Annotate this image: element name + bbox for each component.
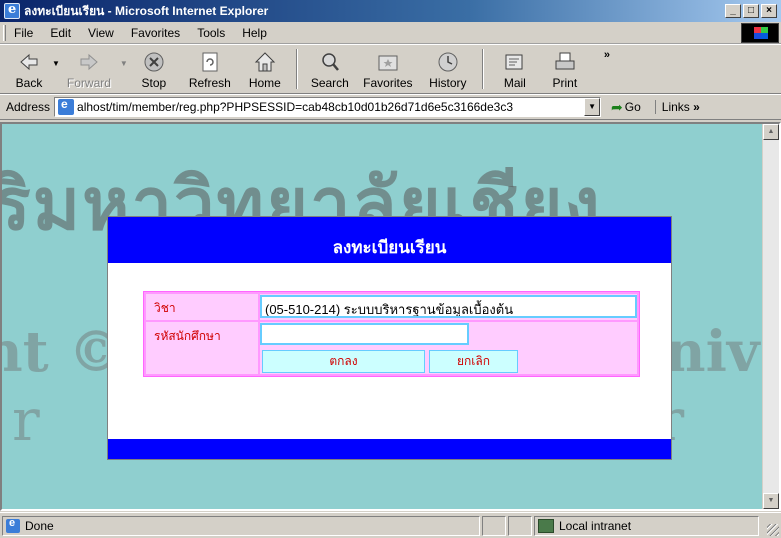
buttons-cell: ตกลง ยกเลิก: [260, 348, 637, 374]
window-controls: _ □ ×: [725, 4, 777, 18]
form-row-subject: วิชา (05-510-214) ระบบบริหารฐานข้อมูลเบื…: [146, 294, 637, 320]
forward-button[interactable]: Forward: [60, 47, 118, 91]
toolbar-grip[interactable]: [3, 25, 6, 41]
favorites-icon: [378, 55, 398, 71]
close-button[interactable]: ×: [761, 4, 777, 18]
back-arrow-icon: [20, 53, 38, 71]
done-page-icon: [6, 517, 20, 533]
mail-icon: [505, 54, 523, 70]
scroll-up-icon[interactable]: ▲: [763, 124, 779, 140]
windows-logo-icon: [741, 23, 779, 43]
address-url[interactable]: alhost/tim/member/reg.php?PHPSESSID=cab4…: [77, 100, 584, 114]
refresh-button[interactable]: Refresh: [180, 47, 240, 91]
student-id-label: รหัสนักศึกษา: [146, 322, 258, 348]
menu-favorites[interactable]: Favorites: [131, 26, 180, 40]
forward-label: Forward: [66, 76, 111, 90]
panel-footer-bar: [108, 439, 671, 459]
subject-select[interactable]: (05-510-214) ระบบบริหารฐานข้อมูลเบื้องต้…: [260, 295, 637, 318]
search-label: Search: [310, 76, 349, 90]
menu-bar: File Edit View Favorites Tools Help: [0, 22, 781, 44]
menu-help[interactable]: Help: [242, 26, 267, 40]
status-main: Done: [2, 515, 480, 536]
form-row-buttons: ตกลง ยกเลิก: [146, 348, 637, 374]
mail-button[interactable]: Mail: [490, 47, 540, 91]
refresh-icon: [202, 52, 218, 72]
status-cell-1: [482, 515, 506, 536]
registration-form: วิชา (05-510-214) ระบบบริหารฐานข้อมูลเบื…: [143, 291, 640, 377]
history-button[interactable]: History: [420, 47, 476, 91]
links-label: Links: [661, 100, 690, 114]
address-dropdown-icon[interactable]: ▼: [584, 98, 601, 116]
toolbar-separator: [295, 49, 298, 89]
resize-grip[interactable]: [767, 524, 779, 536]
scroll-down-icon[interactable]: ▼: [763, 493, 779, 509]
standard-toolbar: Back ▼ Forward ▼ Stop Refresh Home Searc…: [0, 44, 781, 94]
home-icon: [254, 52, 276, 72]
page-icon: [58, 97, 75, 115]
favorites-label: Favorites: [363, 76, 413, 90]
go-arrow-icon: ➦: [611, 98, 623, 115]
ok-button[interactable]: ตกลง: [262, 350, 425, 373]
page-content: ริมหาวิทยาลัยเชียง ht © by Chiang Mai Un…: [0, 122, 781, 511]
address-bar: Address alhost/tim/member/reg.php?PHPSES…: [0, 94, 781, 120]
subject-label: วิชา: [146, 294, 258, 320]
forward-arrow-icon: [80, 53, 98, 71]
history-label: History: [429, 76, 467, 90]
home-label: Home: [248, 76, 281, 90]
links-button[interactable]: Links »: [654, 100, 700, 114]
registration-panel: ลงทะเบียนเรียน วิชา (05-510-214) ระบบบริ…: [107, 216, 672, 460]
print-icon: [555, 52, 575, 70]
form-row-student-id: รหัสนักศึกษา: [146, 322, 637, 348]
cancel-button[interactable]: ยกเลิก: [429, 350, 518, 373]
menu-tools[interactable]: Tools: [197, 26, 225, 40]
browser-window: ลงทะเบียนเรียน - Microsoft Internet Expl…: [0, 0, 781, 538]
go-button[interactable]: ➦ Go: [611, 99, 641, 116]
vertical-scrollbar[interactable]: ▲ ▼: [762, 124, 779, 509]
back-dropdown-icon[interactable]: ▼: [52, 59, 60, 68]
mail-label: Mail: [503, 76, 526, 90]
toolbar-separator: [481, 49, 484, 89]
status-zone: Local intranet: [534, 515, 759, 536]
stop-button[interactable]: Stop: [128, 47, 180, 91]
search-icon: [322, 53, 339, 71]
print-button[interactable]: Print: [540, 47, 590, 91]
panel-title: ลงทะเบียนเรียน: [108, 217, 671, 263]
maximize-button[interactable]: □: [743, 4, 759, 18]
window-title: ลงทะเบียนเรียน - Microsoft Internet Expl…: [24, 3, 269, 18]
empty-label-cell: [146, 348, 258, 374]
ie-icon: [4, 2, 20, 19]
forward-dropdown-icon[interactable]: ▼: [120, 59, 128, 68]
back-label: Back: [15, 76, 43, 90]
status-bar: Done Local intranet: [0, 512, 781, 538]
address-label: Address: [6, 100, 51, 114]
history-icon: [438, 52, 458, 72]
back-button[interactable]: Back: [8, 47, 50, 91]
print-label: Print: [552, 76, 578, 90]
local-intranet-icon: [538, 518, 554, 533]
refresh-label: Refresh: [188, 76, 231, 90]
status-cell-2: [508, 515, 532, 536]
chevron-right-icon: »: [693, 100, 700, 114]
title-bar: ลงทะเบียนเรียน - Microsoft Internet Expl…: [0, 0, 781, 22]
go-label: Go: [624, 100, 641, 114]
student-id-input[interactable]: [260, 323, 469, 345]
subject-cell: (05-510-214) ระบบบริหารฐานข้อมูลเบื้องต้…: [260, 294, 637, 320]
menu-file[interactable]: File: [14, 26, 33, 40]
address-input[interactable]: alhost/tim/member/reg.php?PHPSESSID=cab4…: [54, 97, 602, 117]
toolbar-more-icon[interactable]: »: [604, 49, 610, 61]
search-button[interactable]: Search: [304, 47, 356, 91]
stop-label: Stop: [141, 76, 167, 90]
menu-view[interactable]: View: [88, 26, 114, 40]
minimize-button[interactable]: _: [725, 4, 741, 18]
student-id-cell: [260, 322, 637, 348]
stop-icon: [144, 52, 164, 72]
status-text: Done: [25, 518, 54, 533]
home-button[interactable]: Home: [240, 47, 290, 91]
zone-text: Local intranet: [559, 518, 632, 533]
favorites-button[interactable]: Favorites: [356, 47, 420, 91]
menu-edit[interactable]: Edit: [50, 26, 71, 40]
